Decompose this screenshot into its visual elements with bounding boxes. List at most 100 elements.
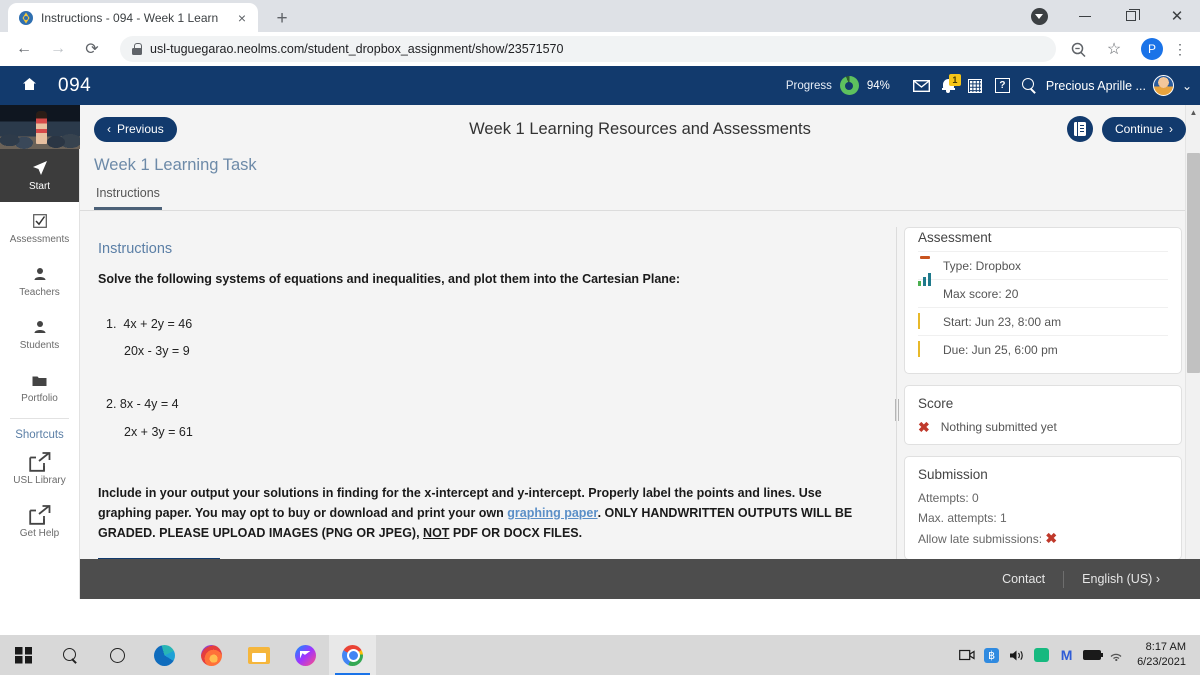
language-selector[interactable]: English (US) › <box>1064 572 1178 586</box>
sidebar-item-usl-library[interactable]: USL Library <box>0 443 79 496</box>
close-window-button[interactable]: ✕ <box>1154 0 1200 32</box>
browser-tab-title: Instructions - 094 - Week 1 Learn <box>41 10 219 25</box>
tab-instructions[interactable]: Instructions <box>94 186 162 210</box>
edge-button[interactable] <box>141 635 188 675</box>
reload-button[interactable]: ⟳ <box>78 35 106 63</box>
taskbar-clock[interactable]: 8:17 AM 6/23/2021 <box>1129 640 1192 670</box>
minimize-button[interactable] <box>1062 0 1108 32</box>
app-tray-icon[interactable] <box>1029 635 1054 675</box>
chrome-menu-icon[interactable]: ⋮ <box>1170 42 1190 56</box>
browser-titlebar: Instructions - 094 - Week 1 Learn × + ✕ <box>0 0 1200 32</box>
taskbar-search-button[interactable] <box>47 635 94 675</box>
chevron-down-icon[interactable]: ⌄ <box>1182 79 1192 93</box>
clock-time: 8:17 AM <box>1145 641 1186 654</box>
address-bar-url: usl-tuguegarao.neolms.com/student_dropbo… <box>150 42 564 56</box>
camera-tray-icon[interactable] <box>954 635 979 675</box>
content-topbar: ‹ Previous Week 1 Learning Resources and… <box>80 105 1200 153</box>
user-name[interactable]: Precious Aprille ... <box>1046 79 1146 93</box>
splitter-grip-icon[interactable] <box>894 399 900 421</box>
help-button[interactable]: ? <box>989 71 1016 101</box>
pane-splitter[interactable] <box>890 227 904 571</box>
messenger-button[interactable] <box>282 635 329 675</box>
notifications-button[interactable]: 1 <box>935 71 962 101</box>
browser-toolbar: ← → ⟳ usl-tuguegarao.neolms.com/student_… <box>0 32 1200 66</box>
new-tab-button[interactable]: + <box>270 7 294 31</box>
journal-icon <box>1073 122 1086 136</box>
sidebar-item-label: Assessments <box>9 233 70 245</box>
problem-1-line-1: 1. 4x + 2y = 46 <box>106 318 872 331</box>
score-status: Nothing submitted yet <box>940 420 1057 434</box>
volume-tray-icon[interactable] <box>1004 635 1029 675</box>
panes: Instructions Solve the following systems… <box>80 227 1200 571</box>
zoom-out-icon[interactable] <box>1064 35 1092 63</box>
folder-icon <box>32 372 47 389</box>
sidebar-divider <box>10 418 69 419</box>
scrollbar-thumb[interactable] <box>1187 153 1200 373</box>
sidebar-item-label: Get Help <box>19 527 60 539</box>
sidebar-item-label: Start <box>28 180 51 192</box>
wifi-tray-icon[interactable] <box>1104 635 1129 675</box>
firefox-button[interactable] <box>188 635 235 675</box>
assessment-row-label: Due: Jun 25, 6:00 pm <box>943 342 1058 357</box>
profile-avatar[interactable]: P <box>1141 38 1163 60</box>
graphing-paper-link[interactable]: graphing paper <box>507 506 597 520</box>
home-icon[interactable] <box>0 77 58 94</box>
previous-button[interactable]: ‹ Previous <box>94 116 177 142</box>
sidebar-item-portfolio[interactable]: Portfolio <box>0 361 79 414</box>
journal-button[interactable] <box>1066 116 1093 142</box>
problem-2: 2. 8x - 4y = 4 2x + 3y = 61 <box>98 398 872 438</box>
bluetooth-tray-icon[interactable]: ฿ <box>979 635 1004 675</box>
address-bar[interactable]: usl-tuguegarao.neolms.com/student_dropbo… <box>120 36 1056 62</box>
shortcuts-heading: Shortcuts <box>15 429 64 441</box>
cortana-button[interactable] <box>94 635 141 675</box>
scroll-up-icon[interactable]: ▲ <box>1186 105 1200 120</box>
cortana-circle-icon <box>110 647 125 663</box>
screen: Instructions - 094 - Week 1 Learn × + ✕ … <box>0 0 1200 675</box>
file-explorer-icon <box>247 646 270 664</box>
bookmark-star-icon[interactable]: ☆ <box>1100 35 1128 63</box>
score-card-title: Score <box>918 396 954 411</box>
page-scrollbar[interactable]: ▲ ▼ <box>1185 105 1200 571</box>
chrome-button[interactable] <box>329 635 376 675</box>
search-icon <box>1021 78 1037 93</box>
download-indicator-button[interactable] <box>1016 0 1062 32</box>
chevron-right-icon: › <box>1155 572 1160 586</box>
problem-2-equation-1: 8x - 4y = 4 <box>119 397 179 412</box>
close-icon[interactable]: × <box>234 10 250 26</box>
restore-icon <box>1126 9 1140 21</box>
sidebar-item-get-help[interactable]: Get Help <box>0 496 79 549</box>
submission-max-attempts: Max. attempts: 1 <box>918 511 1007 525</box>
forward-button[interactable]: → <box>44 35 72 63</box>
contact-link[interactable]: Contact <box>984 572 1063 586</box>
avatar[interactable] <box>1152 75 1174 96</box>
app-footer: Contact English (US) › <box>80 559 1200 599</box>
progress-percent: 94% <box>866 79 890 92</box>
submission-attempts: Attempts: 0 <box>918 491 979 505</box>
sidebar-item-assessments[interactable]: Assessments <box>0 202 79 255</box>
file-explorer-button[interactable] <box>235 635 282 675</box>
firefox-icon <box>201 644 222 666</box>
progress-label: Progress <box>785 79 832 92</box>
assessment-card: Assessment Type: Dropbox Max score: 20 S… <box>904 227 1182 374</box>
calendar-button[interactable] <box>962 71 989 101</box>
maximize-button[interactable] <box>1108 0 1154 32</box>
page-title: Week 1 Learning Resources and Assessment… <box>469 119 811 138</box>
sidebar-item-teachers[interactable]: Teachers <box>0 255 79 308</box>
assessment-row-label: Start: Jun 23, 8:00 am <box>943 314 1062 329</box>
previous-label: Previous <box>117 122 164 136</box>
search-button[interactable] <box>1016 71 1043 101</box>
sidebar-item-students[interactable]: Students <box>0 308 79 361</box>
app-header: 094 Progress 94% 1 ? Precious Aprille ..… <box>0 66 1200 105</box>
allow-late-label: Allow late submissions: <box>918 532 1043 546</box>
back-button[interactable]: ← <box>10 35 38 63</box>
malwarebytes-tray-icon[interactable]: M <box>1054 635 1079 675</box>
course-title: 094 <box>58 74 92 96</box>
start-button[interactable] <box>0 635 47 675</box>
messages-button[interactable] <box>908 71 935 101</box>
assessment-card-title: Assessment <box>918 230 992 245</box>
browser-tab[interactable]: Instructions - 094 - Week 1 Learn × <box>8 3 258 32</box>
battery-tray-icon[interactable] <box>1079 635 1104 675</box>
content-area: ‹ Previous Week 1 Learning Resources and… <box>80 105 1200 599</box>
sidebar-item-start[interactable]: Start <box>0 149 79 202</box>
continue-button[interactable]: Continue › <box>1101 116 1186 142</box>
